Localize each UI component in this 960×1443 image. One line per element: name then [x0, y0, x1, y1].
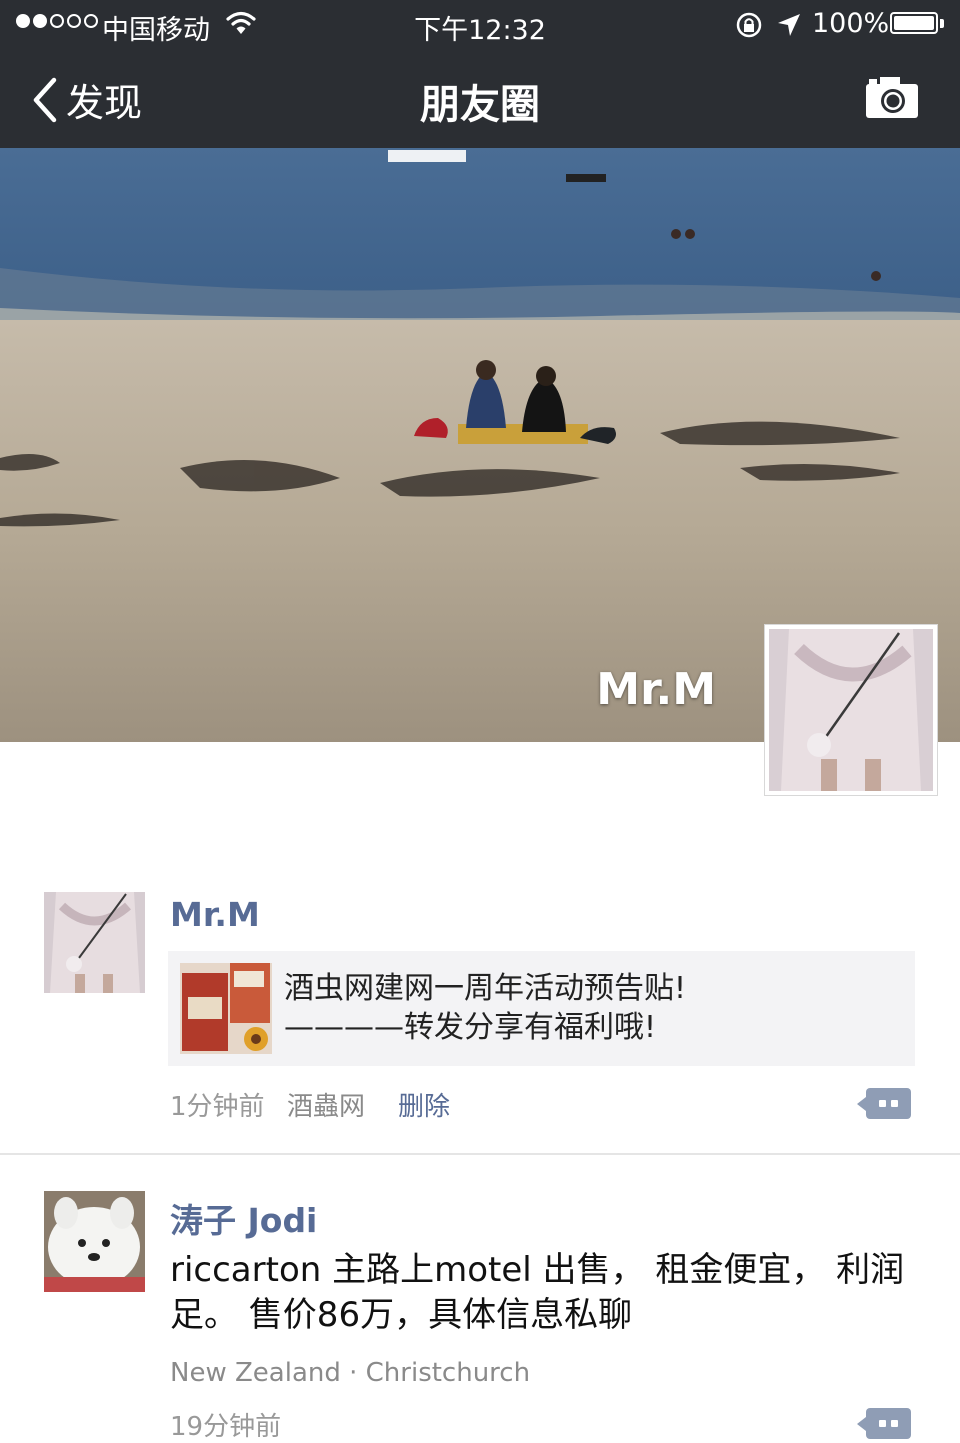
location-arrow-icon [778, 14, 800, 36]
comment-more-button[interactable] [857, 1088, 911, 1119]
post-avatar[interactable] [44, 1191, 145, 1292]
shared-link-card[interactable]: 酒虫网建网一周年活动预告贴! ————转发分享有福利哦! [168, 951, 915, 1066]
post-author[interactable]: 涛子 Jodi [170, 1194, 317, 1242]
link-title: 酒虫网建网一周年活动预告贴! ————转发分享有福利哦! [284, 969, 686, 1047]
battery-icon [890, 12, 938, 34]
cover-avatar[interactable] [764, 624, 938, 796]
top-bar: 中国移动 下午12:32 100% 发现 朋友圈 [0, 0, 960, 148]
link-title-line2: ————转发分享有福利哦! [284, 1010, 657, 1045]
link-thumbnail [180, 963, 272, 1054]
link-thumbnail-image [180, 963, 272, 1054]
avatar-photo [44, 892, 145, 993]
page-title: 朋友圈 [420, 82, 540, 128]
battery-tip [940, 19, 944, 28]
post-text: riccarton 主路上motel 出售， 租金便宜， 利润足。 售价86万，… [170, 1250, 905, 1335]
avatar-photo [769, 629, 933, 791]
camera-icon[interactable] [864, 74, 920, 122]
post-location[interactable]: New Zealand · Christchurch [170, 1358, 530, 1388]
post-source[interactable]: 酒蟲网 [287, 1086, 365, 1123]
back-label: 发现 [66, 81, 143, 125]
post-divider [0, 1153, 960, 1155]
chevron-left-icon [33, 77, 57, 122]
rotation-lock-icon [736, 12, 762, 38]
post-time: 1分钟前 [170, 1092, 265, 1122]
post-author[interactable]: Mr.M [170, 895, 260, 934]
cover-user-name: Mr.M [596, 664, 716, 715]
post-avatar[interactable] [44, 892, 145, 993]
link-title-line1: 酒虫网建网一周年活动预告贴! [284, 971, 687, 1006]
status-bar: 中国移动 下午12:32 100% [0, 0, 960, 48]
post-time: 19分钟前 [170, 1412, 282, 1442]
comment-more-button[interactable] [857, 1408, 911, 1439]
avatar-photo [44, 1191, 145, 1292]
delete-button[interactable]: 删除 [398, 1086, 450, 1123]
battery-percent: 100% [812, 8, 890, 39]
back-button[interactable]: 发现 [30, 72, 142, 127]
